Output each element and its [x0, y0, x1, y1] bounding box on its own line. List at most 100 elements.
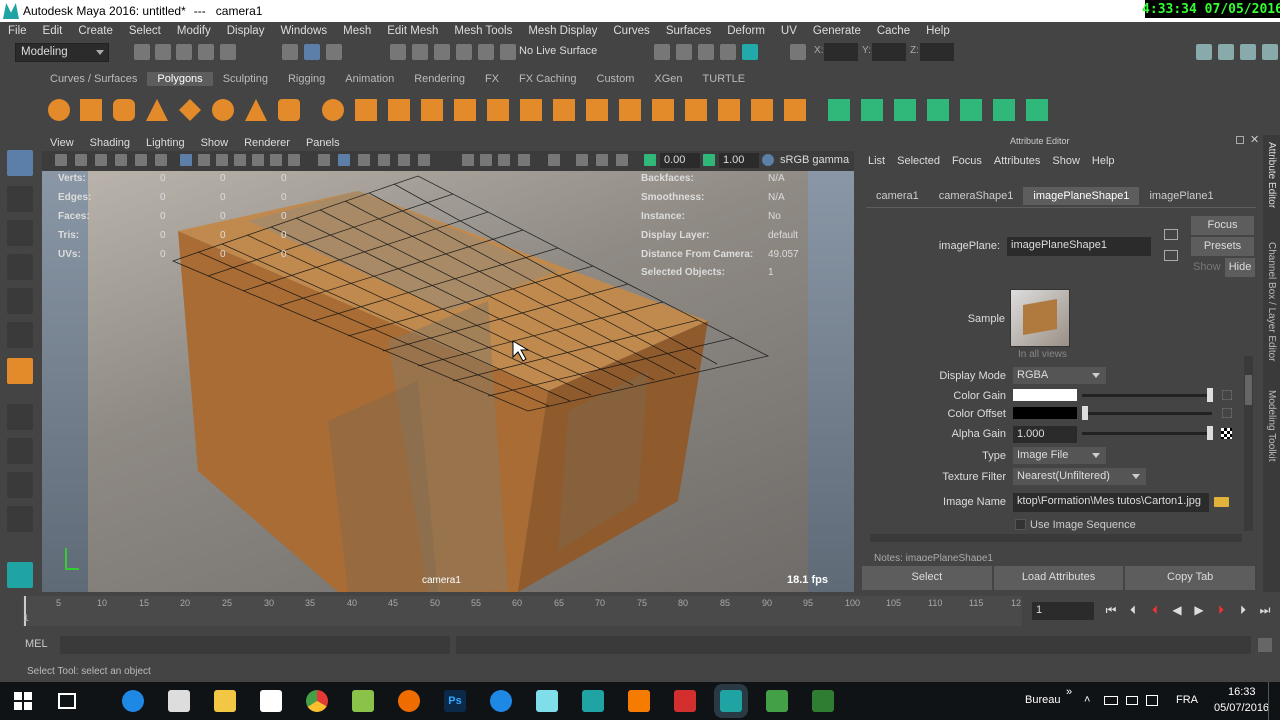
- show-desktop-button[interactable]: [1268, 682, 1280, 720]
- ae-menu-list[interactable]: List: [862, 155, 891, 167]
- snap-point-icon[interactable]: [434, 44, 450, 60]
- tray-chevron-up-icon[interactable]: ˄: [1084, 694, 1090, 706]
- menu-generate[interactable]: Generate: [805, 25, 869, 37]
- menu-help[interactable]: Help: [918, 25, 958, 37]
- snap-surface-icon[interactable]: [478, 44, 494, 60]
- node-name-field[interactable]: imagePlaneShape1: [1007, 237, 1151, 256]
- y-field[interactable]: [872, 43, 906, 61]
- menu-cache[interactable]: Cache: [869, 25, 918, 37]
- mel-label[interactable]: MEL: [25, 638, 48, 650]
- unity-icon[interactable]: [168, 690, 190, 712]
- snap-grid-icon[interactable]: [390, 44, 406, 60]
- menu-file[interactable]: File: [0, 25, 35, 37]
- color-gain-swatch[interactable]: [1013, 389, 1077, 401]
- combine-icon[interactable]: [322, 99, 344, 121]
- color-management-icon[interactable]: [762, 154, 774, 166]
- volume-icon[interactable]: [1126, 696, 1138, 705]
- motion-blur-icon[interactable]: [480, 154, 492, 166]
- ae-menu-attributes[interactable]: Attributes: [988, 155, 1046, 167]
- menu-create[interactable]: Create: [70, 25, 121, 37]
- alpha-gain-slider[interactable]: [1082, 432, 1212, 435]
- xray-components-icon[interactable]: [616, 154, 628, 166]
- firefox-icon[interactable]: [398, 690, 420, 712]
- play-forwards-icon[interactable]: ▶: [1192, 603, 1206, 617]
- shelf-tab-curves-surfaces[interactable]: Curves / Surfaces: [40, 72, 147, 86]
- teamviewer-icon[interactable]: [490, 690, 512, 712]
- hide-button[interactable]: Hide: [1225, 258, 1255, 277]
- bevel-icon[interactable]: [487, 99, 509, 121]
- smooth-icon[interactable]: [388, 99, 410, 121]
- render-settings-icon[interactable]: [720, 44, 736, 60]
- outliner-layout-icon[interactable]: [7, 506, 33, 532]
- field-chart-icon[interactable]: [252, 154, 264, 166]
- use-image-sequence-checkbox[interactable]: [1015, 519, 1026, 530]
- poly-torus-icon[interactable]: [212, 99, 234, 121]
- bridge-icon[interactable]: [454, 99, 476, 121]
- collapse-icon[interactable]: [685, 99, 707, 121]
- select-object-icon[interactable]: [304, 44, 320, 60]
- poly-pipe-icon[interactable]: [278, 99, 300, 121]
- safe-action-icon[interactable]: [270, 154, 282, 166]
- save-scene-icon[interactable]: [176, 44, 192, 60]
- snap-curve-icon[interactable]: [412, 44, 428, 60]
- media-player-icon[interactable]: [628, 690, 650, 712]
- uv-spherical-icon[interactable]: [894, 99, 916, 121]
- menu-windows[interactable]: Windows: [272, 25, 335, 37]
- grease-pencil-icon[interactable]: [155, 154, 167, 166]
- viewport-menu-show[interactable]: Show: [193, 137, 237, 149]
- smooth-shade-icon[interactable]: [338, 154, 350, 166]
- menu-uv[interactable]: UV: [773, 25, 805, 37]
- mel-input[interactable]: [60, 636, 450, 654]
- file-explorer-icon[interactable]: [214, 690, 236, 712]
- undo-icon[interactable]: [198, 44, 214, 60]
- network-icon[interactable]: [1104, 696, 1118, 705]
- uv-editor-icon[interactable]: [960, 99, 982, 121]
- scale-tool-icon[interactable]: [7, 322, 33, 348]
- viewport-menu-view[interactable]: View: [42, 137, 82, 149]
- camtasia-icon[interactable]: [766, 690, 788, 712]
- step-forward-icon[interactable]: ⏵: [1236, 603, 1250, 617]
- glass-app-icon[interactable]: [536, 690, 558, 712]
- uv-planar-icon[interactable]: [828, 99, 850, 121]
- lasso-tool-icon[interactable]: [7, 186, 33, 212]
- shelf-tab-turtle[interactable]: TURTLE: [693, 72, 756, 86]
- redo-icon[interactable]: [220, 44, 236, 60]
- step-forward-key-icon[interactable]: ⏵: [1214, 603, 1228, 617]
- wireframe-on-shaded-icon[interactable]: [358, 154, 370, 166]
- shadows-icon[interactable]: [418, 154, 430, 166]
- ae-tab-imageplaneshape1[interactable]: imagePlaneShape1: [1023, 187, 1140, 205]
- taskbar-time[interactable]: 16:33: [1228, 686, 1256, 698]
- alpha-gain-field[interactable]: 1.000: [1013, 426, 1077, 443]
- close-icon[interactable]: ✕: [1250, 133, 1259, 146]
- menu-edit-mesh[interactable]: Edit Mesh: [379, 25, 446, 37]
- extrude-icon[interactable]: [421, 99, 443, 121]
- shelf-tab-animation[interactable]: Animation: [335, 72, 404, 86]
- camera-select-icon[interactable]: [55, 154, 67, 166]
- paint-select-tool-icon[interactable]: [7, 220, 33, 246]
- poly-cylinder-icon[interactable]: [113, 99, 135, 121]
- uv-layout-icon[interactable]: [1026, 99, 1048, 121]
- show-button[interactable]: Show: [1193, 261, 1221, 273]
- script-editor-icon[interactable]: [1258, 638, 1272, 652]
- depth-of-field-icon[interactable]: [518, 154, 530, 166]
- ae-menu-focus[interactable]: Focus: [946, 155, 988, 167]
- alpha-gain-slider-handle[interactable]: [1207, 426, 1213, 440]
- separate-icon[interactable]: [355, 99, 377, 121]
- float-panel-icon[interactable]: [1236, 136, 1244, 144]
- resolution-gate-icon[interactable]: [216, 154, 228, 166]
- camera-attributes-icon[interactable]: [75, 154, 87, 166]
- multi-cut-icon[interactable]: [520, 99, 542, 121]
- grid-toggle-icon[interactable]: [180, 154, 192, 166]
- poly-cube-icon[interactable]: [80, 99, 102, 121]
- shelf-tab-sculpting[interactable]: Sculpting: [213, 72, 278, 86]
- menu-mesh-tools[interactable]: Mesh Tools: [446, 25, 520, 37]
- language-indicator[interactable]: FRA: [1176, 694, 1198, 706]
- shelf-tab-rigging[interactable]: Rigging: [278, 72, 335, 86]
- color-gain-map-icon[interactable]: [1222, 390, 1232, 400]
- step-back-key-icon[interactable]: ⏴: [1148, 603, 1162, 617]
- focus-button[interactable]: Focus: [1191, 216, 1254, 235]
- bureau-label[interactable]: Bureau: [1025, 694, 1060, 706]
- toggle-channel-box-icon[interactable]: [1262, 44, 1278, 60]
- gamma-icon[interactable]: [703, 154, 715, 166]
- menu-mesh-display[interactable]: Mesh Display: [520, 25, 605, 37]
